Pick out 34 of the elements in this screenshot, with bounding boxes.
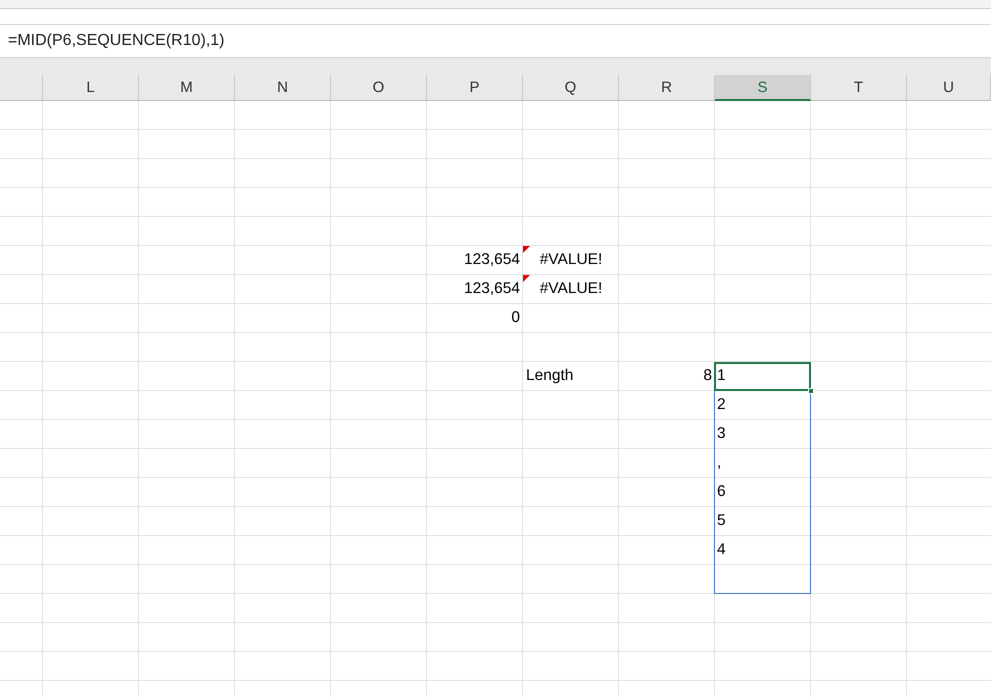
cell-value: 6	[717, 482, 726, 502]
cell-value: Length	[526, 366, 574, 386]
cell-value: 8	[703, 366, 712, 386]
cell-value: 123,654	[464, 250, 520, 270]
spill-range-cell[interactable]: 2	[714, 391, 811, 420]
spill-range-cell[interactable]: ,	[714, 449, 811, 478]
cell-value: 3	[717, 424, 726, 444]
cell-value: 123,654	[464, 279, 520, 299]
spill-range-cell[interactable]: 3	[714, 420, 811, 449]
spill-range-cell[interactable]	[714, 565, 811, 594]
spill-range-cell[interactable]: 5	[714, 507, 811, 536]
spill-range-cell[interactable]: 4	[714, 536, 811, 565]
cell-value: #VALUE!	[540, 279, 602, 299]
column-header[interactable]: N	[235, 75, 331, 101]
column-header[interactable]: L	[43, 75, 139, 101]
cell-value: #VALUE!	[540, 250, 602, 270]
column-header[interactable]: P	[427, 75, 523, 101]
cell-value: 0	[511, 308, 520, 328]
cell-value: ,	[717, 453, 722, 473]
column-header[interactable]: T	[811, 75, 907, 101]
column-header[interactable]: S	[715, 75, 811, 101]
cell-value: 4	[717, 540, 726, 560]
formula-bar[interactable]: =MID(P6,SEQUENCE(R10),1)	[0, 24, 991, 58]
cell-value: 2	[717, 395, 726, 415]
active-cell[interactable]: 1	[714, 362, 811, 391]
cell-value: 5	[717, 511, 726, 531]
column-header[interactable]: Q	[523, 75, 619, 101]
spill-range-cell[interactable]: 6	[714, 478, 811, 507]
column-header[interactable]: U	[907, 75, 991, 101]
column-header[interactable]: O	[331, 75, 427, 101]
column-header[interactable]: M	[139, 75, 235, 101]
fill-handle[interactable]	[808, 388, 814, 394]
column-header[interactable]: R	[619, 75, 715, 101]
cell-value: 1	[717, 366, 726, 386]
